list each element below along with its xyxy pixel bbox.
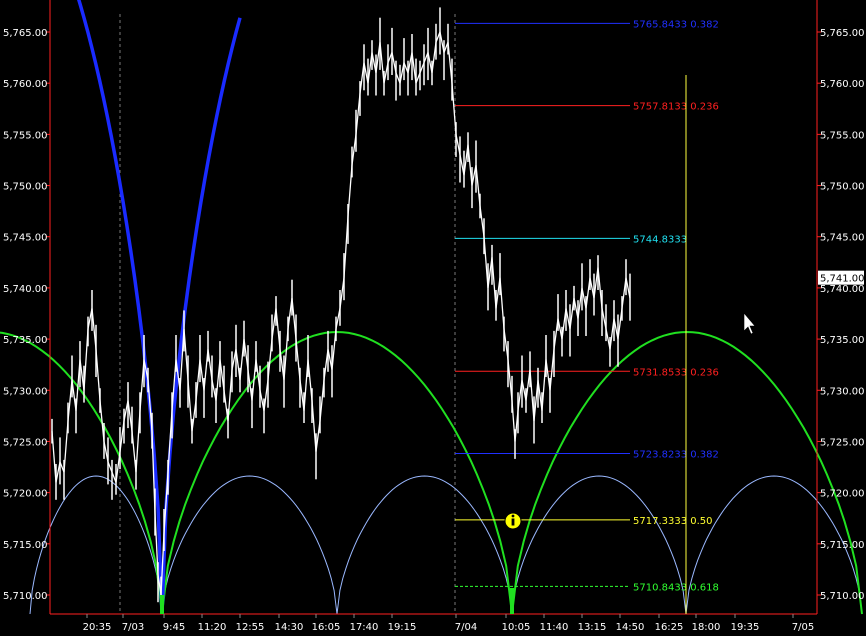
- y-tick-label-right: 5,720.00: [820, 489, 865, 500]
- y-tick-label-left: 5,725.00: [3, 437, 48, 448]
- fib-level-label: 5744.8333: [633, 234, 687, 245]
- x-tick-label: 14:50: [616, 622, 645, 632]
- fib-level-label: 5710.8433 0.618: [633, 582, 719, 593]
- y-tick-label-right: 5,750.00: [820, 182, 865, 193]
- y-tick-label-right: 5,755.00: [820, 130, 865, 141]
- y-tick-label-left: 5,765.00: [3, 28, 48, 39]
- y-tick-label-right: 5,735.00: [820, 335, 865, 346]
- y-tick-label-right: 5,725.00: [820, 437, 865, 448]
- y-tick-label-left: 5,755.00: [3, 130, 48, 141]
- y-tick-label-left: 5,760.00: [3, 79, 48, 90]
- y-tick-label-right: 5,730.00: [820, 386, 865, 397]
- x-tick-label: 12:55: [236, 622, 265, 632]
- x-tick-label: 18:00: [692, 622, 721, 632]
- chart-background: [0, 0, 866, 632]
- y-tick-label-right: 5,760.00: [820, 79, 865, 90]
- last-price-label: 5,741.00: [820, 274, 865, 285]
- y-tick-label-left: 5,730.00: [3, 386, 48, 397]
- x-tick-label: 7/05: [792, 622, 814, 632]
- price-chart[interactable]: 5765.8433 0.382 5757.8133 0.236 5744.8333 5…: [0, 0, 866, 633]
- x-tick-label: 17:40: [350, 622, 379, 632]
- y-tick-label-left: 5,715.00: [3, 540, 48, 551]
- info-icon-dot: [511, 514, 515, 518]
- x-tick-label: 11:20: [198, 622, 227, 632]
- y-tick-label-left: 5,720.00: [3, 489, 48, 500]
- y-tick-label-right: 5,765.00: [820, 28, 865, 39]
- x-tick-label: 14:30: [275, 622, 304, 632]
- y-tick-label-left: 5,740.00: [3, 284, 48, 295]
- fib-level-label: 5765.8433 0.382: [633, 19, 719, 30]
- y-tick-label-right: 5,710.00: [820, 591, 865, 602]
- x-tick-label: 13:15: [578, 622, 607, 632]
- fib-level-label: 5757.8133 0.236: [633, 102, 719, 113]
- y-tick-label-right: 5,715.00: [820, 540, 865, 551]
- x-tick-label: 11:40: [540, 622, 569, 632]
- fib-level-label: 5731.8533 0.236: [633, 367, 719, 378]
- y-tick-label-right: 5,740.00: [820, 284, 865, 295]
- x-tick-label: 20:35: [83, 622, 112, 632]
- x-tick-label: 16:25: [655, 622, 684, 632]
- y-tick-label-left: 5,750.00: [3, 182, 48, 193]
- y-tick-label-right: 5,745.00: [820, 233, 865, 244]
- x-tick-label: 16:05: [312, 622, 341, 632]
- x-tick-label: 19:35: [731, 622, 760, 632]
- x-tick-label: 10:05: [502, 622, 531, 632]
- y-tick-label-left: 5,735.00: [3, 335, 48, 346]
- x-tick-label: 7/04: [455, 622, 477, 632]
- y-tick-label-left: 5,745.00: [3, 233, 48, 244]
- x-tick-label: 19:15: [388, 622, 417, 632]
- info-icon[interactable]: [504, 512, 522, 530]
- y-tick-label-left: 5,710.00: [3, 591, 48, 602]
- x-tick-label: 9:45: [163, 622, 185, 632]
- info-icon-bar: [511, 518, 515, 526]
- fib-level-label: 5723.8233 0.382: [633, 449, 719, 460]
- chart-area[interactable]: 5765.8433 0.382 5757.8133 0.236 5744.8333 5…: [0, 0, 866, 633]
- fib-level-label: 5717.3333 0.50: [633, 516, 713, 527]
- x-tick-label: 7/03: [122, 622, 144, 632]
